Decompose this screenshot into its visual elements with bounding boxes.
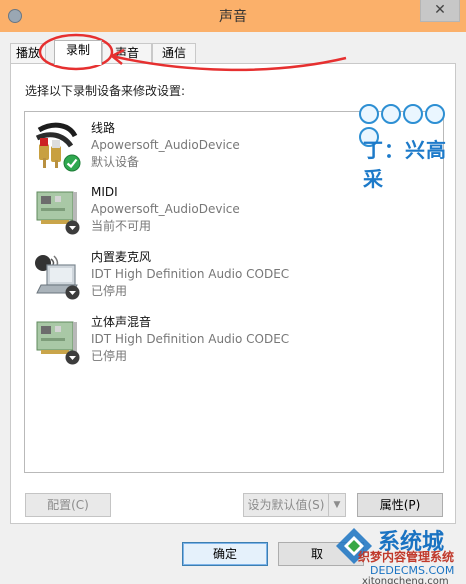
- watermark-line4: xitongcheng.com: [362, 576, 449, 584]
- instruction-text: 选择以下录制设备来修改设置:: [25, 84, 186, 98]
- title-bar: 声音 ✕: [0, 0, 466, 32]
- device-driver: Apowersoft_AudioDevice: [91, 138, 240, 152]
- device-status: 已停用: [91, 349, 128, 363]
- device-status: 当前不可用: [91, 219, 152, 233]
- device-name: 线路: [91, 121, 116, 135]
- tab-recording[interactable]: 录制: [54, 40, 102, 65]
- list-item-builtin-mic[interactable]: 内置麦克风 IDT High Definition Audio CODEC 已停…: [33, 247, 413, 311]
- device-driver: IDT High Definition Audio CODEC: [91, 332, 290, 346]
- window-title: 声音: [219, 9, 247, 25]
- watermark-text: 丁：兴高采: [363, 138, 447, 191]
- set-default-button[interactable]: 设为默认值(S): [243, 493, 329, 517]
- device-driver: IDT High Definition Audio CODEC: [91, 267, 290, 281]
- close-button[interactable]: ✕: [420, 0, 460, 22]
- watermark-bottom-right: 系统城 织梦内容管理系统 DEDECMS.COM xitongcheng.com: [330, 522, 466, 584]
- tab-communications[interactable]: 通信: [152, 43, 196, 64]
- properties-button[interactable]: 属性(P): [357, 493, 443, 517]
- ok-button[interactable]: 确定: [182, 542, 268, 566]
- set-default-dropdown-arrow[interactable]: ▼: [328, 493, 346, 517]
- device-text: 内置麦克风 IDT High Definition Audio CODEC 已停…: [91, 249, 289, 300]
- device-status: 默认设备: [91, 155, 140, 169]
- device-name: 立体声混音: [91, 315, 152, 329]
- device-text: 立体声混音 IDT High Definition Audio CODEC 已停…: [91, 314, 289, 365]
- configure-button[interactable]: 配置(C): [25, 493, 111, 517]
- watermark-top-right: 丁：兴高采: [335, 102, 466, 191]
- device-name: MIDI: [91, 185, 118, 199]
- down-arrow-icon: [65, 285, 80, 300]
- tab-playback[interactable]: 播放: [10, 43, 46, 64]
- device-status: 已停用: [91, 284, 128, 298]
- default-check-icon: [63, 154, 81, 172]
- device-text: MIDI Apowersoft_AudioDevice 当前不可用: [91, 184, 240, 235]
- device-name: 内置麦克风: [91, 250, 152, 264]
- tab-sounds[interactable]: 声音: [102, 43, 152, 64]
- device-text: 线路 Apowersoft_AudioDevice 默认设备: [91, 120, 240, 171]
- watermark-line2: 织梦内容管理系统: [358, 550, 455, 564]
- device-driver: Apowersoft_AudioDevice: [91, 202, 240, 216]
- down-arrow-icon: [65, 220, 80, 235]
- list-item-stereo-mix[interactable]: 立体声混音 IDT High Definition Audio CODEC 已停…: [33, 312, 413, 376]
- down-arrow-icon: [65, 350, 80, 365]
- list-item-midi[interactable]: MIDI Apowersoft_AudioDevice 当前不可用: [33, 182, 413, 246]
